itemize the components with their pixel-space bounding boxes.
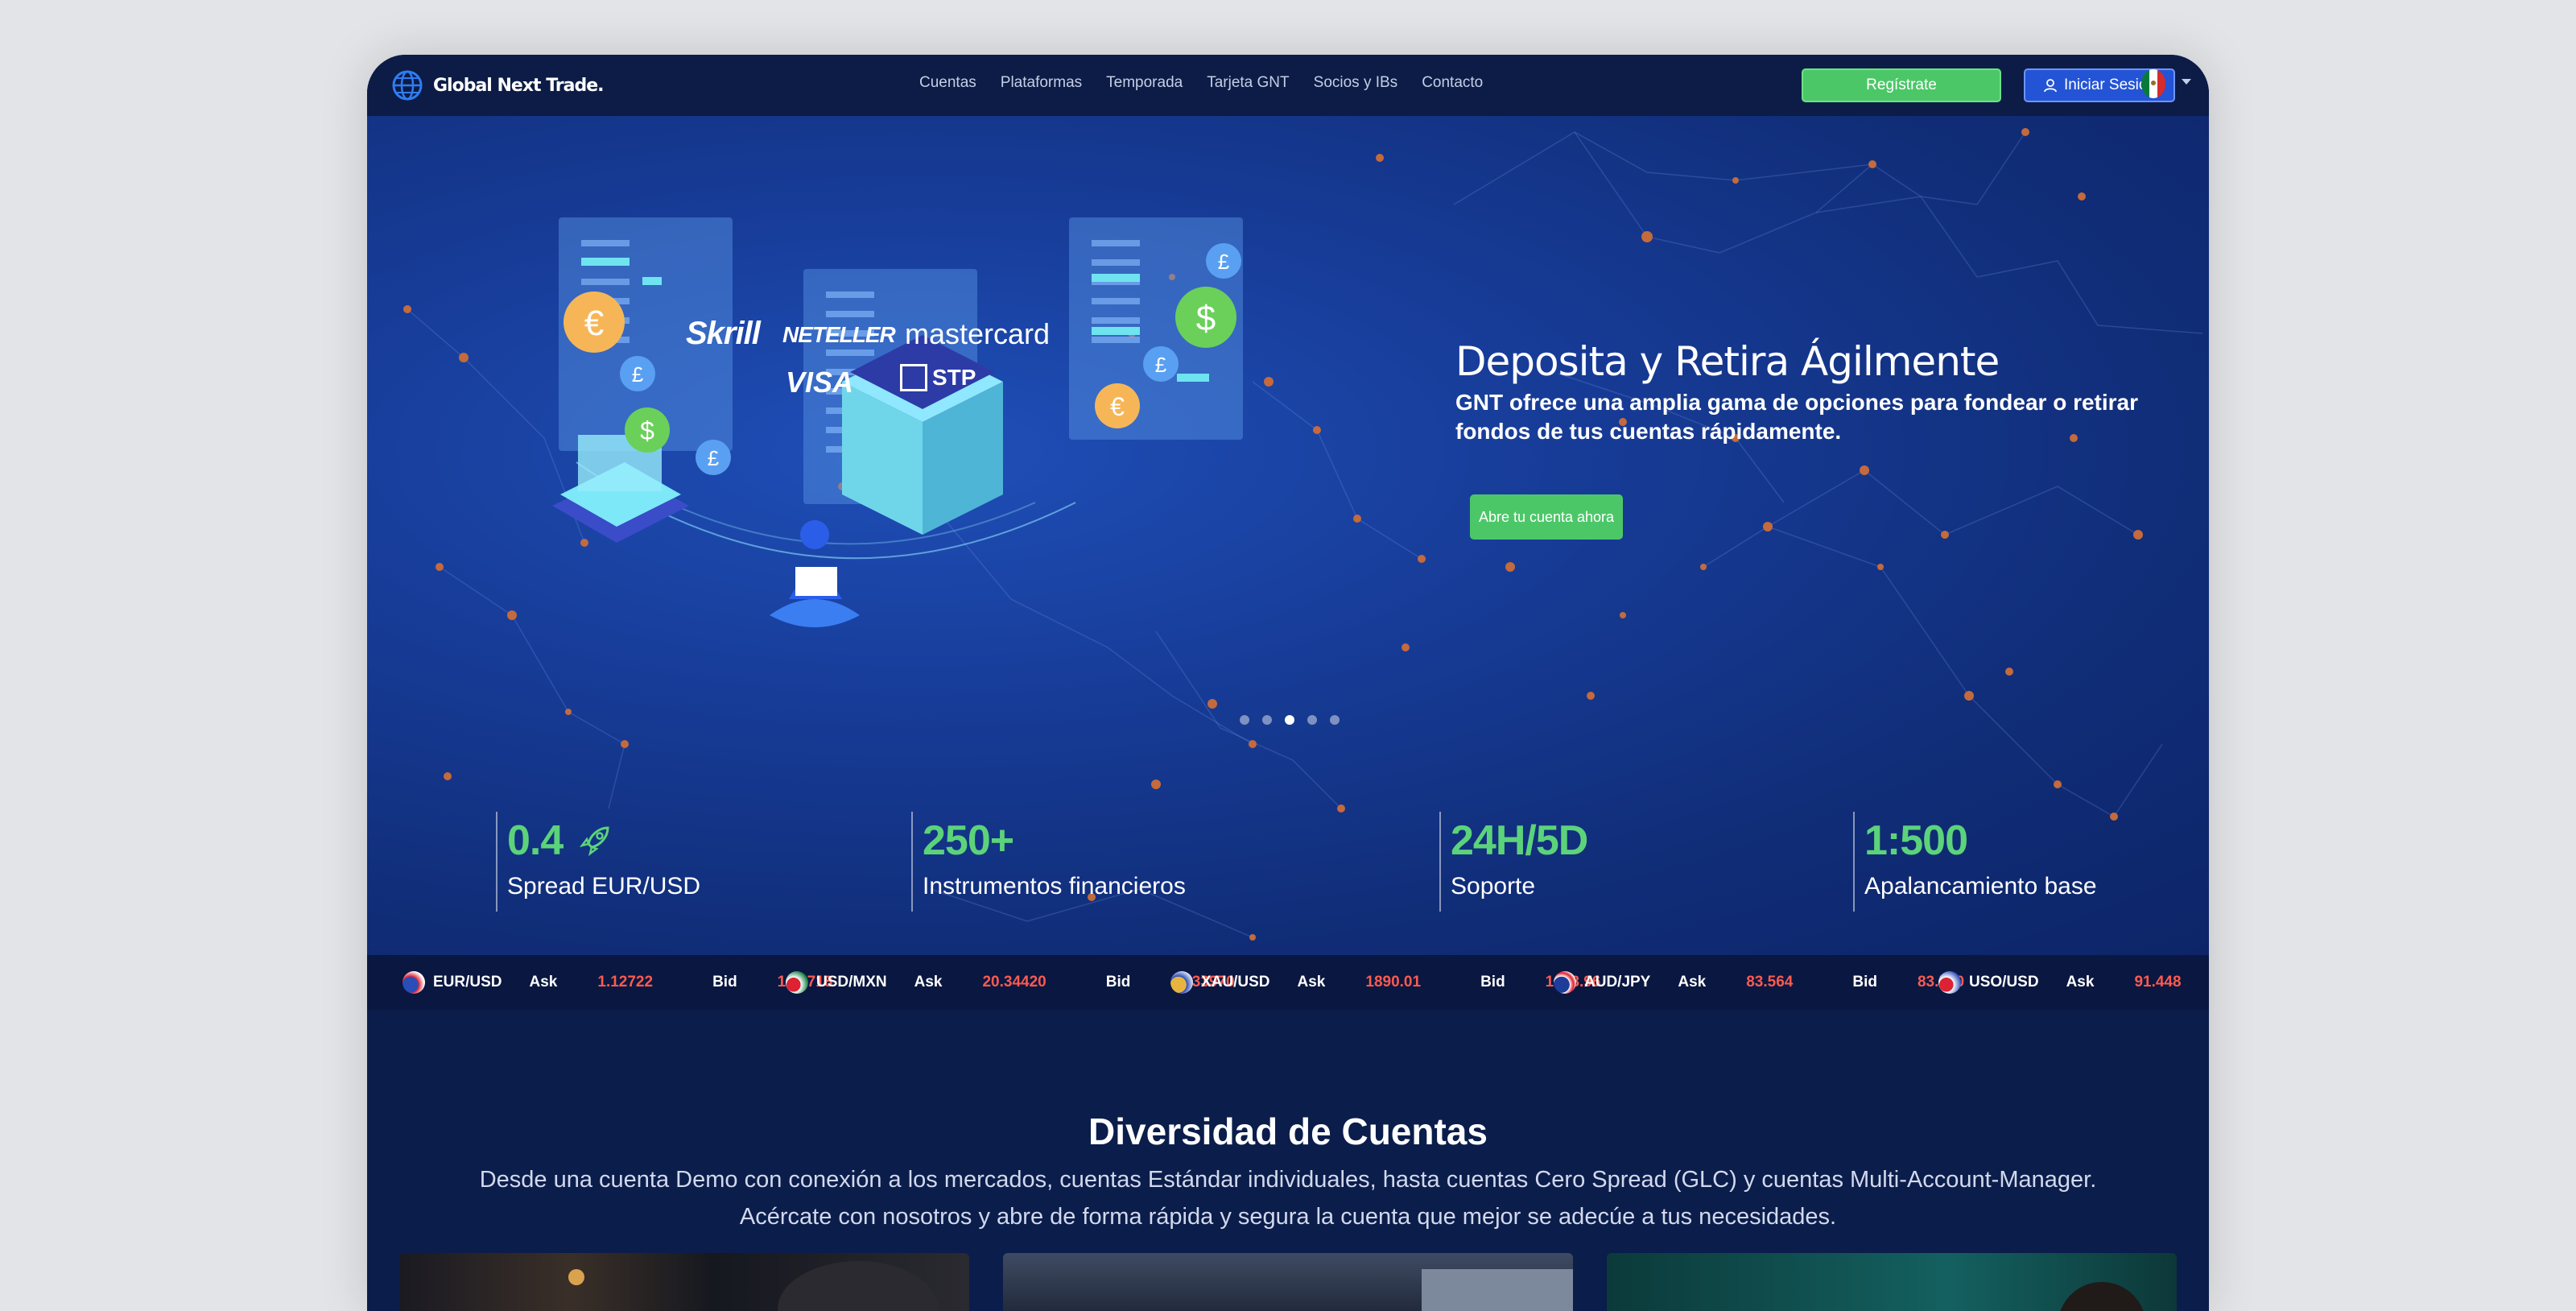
svg-text:€: € bbox=[1110, 392, 1125, 421]
nav-link-plataformas[interactable]: Plataformas bbox=[1001, 74, 1082, 92]
stat-leverage-label: Apalancamiento base bbox=[1864, 873, 2097, 900]
card-photo-person bbox=[2058, 1282, 2146, 1311]
eur-usd-flag-icon bbox=[402, 971, 425, 994]
brand-logo[interactable]: Global Next Trade. bbox=[391, 69, 605, 101]
account-card-image[interactable] bbox=[1607, 1253, 2177, 1311]
stat-support-label: Soporte bbox=[1451, 873, 1536, 900]
globe-icon bbox=[392, 70, 423, 101]
stat-spread: 0.4 Spread EUR/USD bbox=[496, 812, 700, 912]
register-button[interactable]: Regístrate bbox=[1802, 68, 2001, 102]
stp-logo-mark bbox=[900, 364, 927, 391]
ticker-bid-label: Bid bbox=[1852, 974, 1877, 990]
visa-logo: VISA bbox=[786, 366, 854, 399]
mastercard-logo: mastercard bbox=[905, 317, 1051, 350]
rocket-icon bbox=[580, 826, 609, 857]
carousel-dot-2[interactable] bbox=[1262, 715, 1272, 725]
svg-text:€: € bbox=[584, 304, 604, 343]
ticker-item[interactable]: USO/USD Ask 91.448 Bid bbox=[1938, 955, 2209, 1010]
ticker-bid-label: Bid bbox=[712, 974, 737, 990]
skrill-logo: Skrill bbox=[686, 316, 761, 351]
aud-jpy-flag-icon bbox=[1554, 971, 1576, 994]
account-card-image[interactable] bbox=[399, 1253, 969, 1311]
stat-support-value: 24H/5D bbox=[1451, 817, 1588, 864]
neteller-logo: NETELLER bbox=[782, 322, 896, 347]
stat-spread-value-row: 0.4 bbox=[507, 817, 700, 865]
svg-text:£: £ bbox=[708, 446, 720, 470]
hero-title: Deposita y Retira Ágilmente bbox=[1455, 338, 2000, 385]
carousel-dot-1[interactable] bbox=[1240, 715, 1249, 725]
xau-usd-flag-icon bbox=[1170, 971, 1193, 994]
svg-text:$: $ bbox=[640, 416, 654, 445]
nav-link-tarjeta-gnt[interactable]: Tarjeta GNT bbox=[1207, 74, 1289, 92]
ticker-ask-label: Ask bbox=[1678, 974, 1707, 990]
ticker-bid-label: Bid bbox=[1480, 974, 1505, 990]
ticker-symbol: XAU/USD bbox=[1201, 974, 1270, 990]
stat-spread-label: Spread EUR/USD bbox=[507, 873, 701, 900]
carousel-dot-3[interactable] bbox=[1285, 715, 1294, 725]
price-ticker: EUR/USD Ask 1.12722 Bid 1.12718 USD/MXN … bbox=[367, 955, 2209, 1010]
ticker-ask: 1.12722 bbox=[597, 974, 654, 990]
svg-text:$: $ bbox=[1196, 299, 1216, 338]
ticker-symbol: AUD/JPY bbox=[1584, 974, 1651, 990]
stat-instruments-label: Instrumentos financieros bbox=[923, 873, 1186, 900]
stat-support: 24H/5D Soporte bbox=[1439, 812, 1588, 912]
ticker-ask: 91.448 bbox=[2134, 974, 2182, 990]
account-card-image[interactable] bbox=[1003, 1253, 1573, 1311]
carousel-dot-4[interactable] bbox=[1307, 715, 1317, 725]
card-photo-highlight bbox=[568, 1269, 584, 1285]
ticker-ask: 1890.01 bbox=[1365, 974, 1422, 990]
ticker-ask-label: Ask bbox=[529, 974, 558, 990]
hero-subtitle: GNT ofrece una amplia gama de opciones p… bbox=[1455, 390, 2139, 444]
svg-text:£: £ bbox=[632, 362, 644, 387]
ticker-ask-label: Ask bbox=[914, 974, 943, 990]
nav-link-cuentas[interactable]: Cuentas bbox=[919, 74, 976, 92]
carousel-dots bbox=[1240, 715, 1340, 725]
nav-link-socios[interactable]: Socios y IBs bbox=[1314, 74, 1398, 92]
ticker-ask-label: Ask bbox=[1297, 974, 1326, 990]
ticker-symbol: USO/USD bbox=[1969, 974, 2039, 990]
user-icon bbox=[2044, 79, 2057, 93]
usd-mxn-flag-icon bbox=[786, 971, 808, 994]
ticker-ask: 83.564 bbox=[1746, 974, 1794, 990]
ticker-symbol: USD/MXN bbox=[816, 974, 887, 990]
stat-instruments: 250+ Instrumentos financieros bbox=[911, 812, 1186, 912]
open-account-button[interactable]: Abre tu cuenta ahora bbox=[1470, 494, 1623, 540]
svg-text:£: £ bbox=[1218, 250, 1230, 274]
ticker-symbol: EUR/USD bbox=[433, 974, 502, 990]
uso-usd-flag-icon bbox=[1938, 971, 1961, 994]
card-photo-person bbox=[778, 1261, 939, 1311]
language-dropdown-caret-icon[interactable] bbox=[2182, 79, 2191, 85]
ticker-ask-label: Ask bbox=[2066, 974, 2095, 990]
section-description-line-2: Acércate con nosotros y abre de forma rá… bbox=[739, 1204, 1837, 1230]
stat-instruments-value: 250+ bbox=[923, 817, 1014, 864]
stp-logo: STP bbox=[900, 364, 976, 391]
stp-logo-text: STP bbox=[932, 365, 976, 390]
logo-text: Global Next Trade. bbox=[433, 75, 605, 96]
section-description: Desde una cuenta Demo con conexión a los… bbox=[367, 1161, 2209, 1235]
main-menu: Cuentas Plataformas Temporada Tarjeta GN… bbox=[919, 74, 1483, 92]
accounts-section: Diversidad de Cuentas Desde una cuenta D… bbox=[367, 1010, 2209, 1311]
stat-spread-value: 0.4 bbox=[507, 817, 564, 864]
nav-link-temporada[interactable]: Temporada bbox=[1106, 74, 1183, 92]
nav-link-contacto[interactable]: Contacto bbox=[1422, 74, 1483, 92]
browser-page: Global Next Trade. Cuentas Plataformas T… bbox=[367, 55, 2209, 1311]
hero-carousel: € £ $ £ £ $ £ € Skrill NETELLER masterca… bbox=[367, 116, 2209, 955]
svg-text:£: £ bbox=[1155, 353, 1167, 377]
top-navbar: Global Next Trade. Cuentas Plataformas T… bbox=[367, 55, 2209, 116]
stat-leverage: 1:500 Apalancamiento base bbox=[1853, 812, 2097, 912]
section-description-line-1: Desde una cuenta Demo con conexión a los… bbox=[479, 1167, 2097, 1193]
mexico-flag-icon[interactable] bbox=[2141, 69, 2165, 98]
ticker-ask: 20.34420 bbox=[982, 974, 1046, 990]
ticker-bid-label: Bid bbox=[1105, 974, 1131, 990]
carousel-dot-5[interactable] bbox=[1330, 715, 1340, 725]
stat-leverage-value: 1:500 bbox=[1864, 817, 1968, 864]
section-title: Diversidad de Cuentas bbox=[1088, 1110, 1488, 1152]
card-photo-monitor bbox=[1422, 1269, 1573, 1311]
